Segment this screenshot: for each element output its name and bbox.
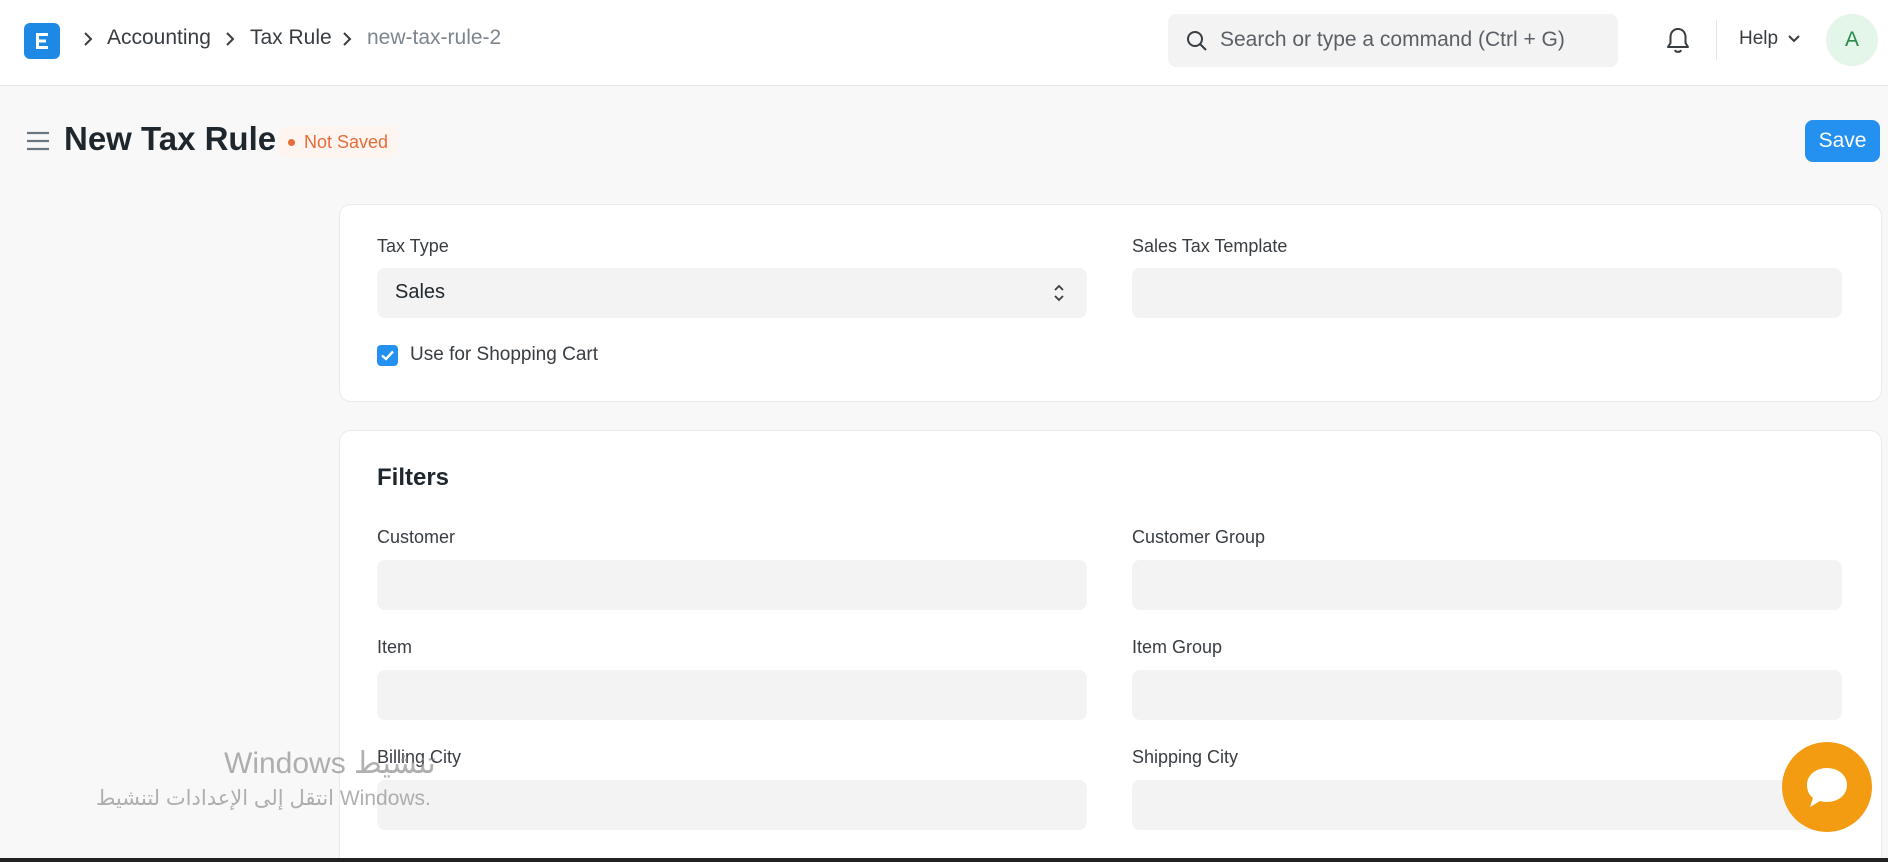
- item-group-input[interactable]: [1132, 670, 1842, 720]
- taskbar-edge: [0, 858, 1888, 862]
- tax-type-label: Tax Type: [377, 236, 449, 256]
- chevron-right-icon: [226, 32, 235, 46]
- windows-activation-watermark-text: انتقل إلى الإعدادات لتنشيط Windows.: [96, 787, 431, 810]
- customer-input[interactable]: [377, 560, 1087, 610]
- billing-city-input[interactable]: [377, 780, 1087, 830]
- breadcrumb-current[interactable]: new-tax-rule-2: [367, 26, 501, 50]
- status-dot-icon: [288, 139, 295, 146]
- search-icon: [1187, 31, 1207, 51]
- shopping-cart-checkbox[interactable]: [377, 345, 398, 366]
- item-input[interactable]: [377, 670, 1087, 720]
- customer-group-label: Customer Group: [1132, 527, 1266, 547]
- page-title: New Tax Rule: [64, 120, 277, 157]
- tax-type-value: Sales: [395, 281, 446, 303]
- help-menu[interactable]: Help: [1739, 28, 1778, 50]
- chevron-right-icon: [343, 32, 352, 46]
- breadcrumb-accounting[interactable]: Accounting: [107, 26, 211, 50]
- status-badge: Not Saved: [278, 126, 399, 158]
- item-group-label: Item Group: [1132, 637, 1223, 657]
- customer-group-input[interactable]: [1132, 560, 1842, 610]
- customer-label: Customer: [377, 527, 456, 547]
- sales-tax-template-input[interactable]: [1132, 268, 1842, 318]
- filters-title[interactable]: Filters: [377, 464, 449, 492]
- navbar-divider: [1716, 20, 1717, 60]
- chevron-right-icon: [84, 32, 93, 46]
- erpnext-logo-icon[interactable]: [24, 23, 60, 59]
- save-button[interactable]: Save: [1805, 120, 1880, 162]
- sales-tax-template-label: Sales Tax Template: [1132, 236, 1288, 256]
- tax-type-select[interactable]: Sales: [377, 268, 1087, 318]
- select-arrows-icon: [1054, 284, 1064, 302]
- search-bar[interactable]: [1168, 14, 1618, 67]
- search-input[interactable]: [1220, 22, 1600, 58]
- sidebar-toggle-icon[interactable]: [26, 130, 50, 152]
- checkmark-icon: [381, 350, 394, 361]
- chevron-down-icon[interactable]: [1786, 33, 1802, 45]
- shipping-city-input[interactable]: [1132, 780, 1842, 830]
- chat-widget-button[interactable]: [1782, 742, 1872, 832]
- item-label: Item: [377, 637, 413, 657]
- chat-bubble-icon: [1807, 768, 1847, 807]
- avatar[interactable]: A: [1826, 14, 1878, 66]
- status-text: Not Saved: [304, 132, 389, 152]
- windows-activation-watermark-title: تنشيط Windows: [224, 747, 436, 780]
- shipping-city-label: Shipping City: [1132, 747, 1239, 767]
- notification-bell-icon[interactable]: [1664, 26, 1692, 56]
- shopping-cart-label[interactable]: Use for Shopping Cart: [410, 344, 598, 366]
- breadcrumb-tax-rule[interactable]: Tax Rule: [250, 26, 332, 50]
- navbar: Accounting Tax Rule new-tax-rule-2 Help …: [0, 0, 1888, 86]
